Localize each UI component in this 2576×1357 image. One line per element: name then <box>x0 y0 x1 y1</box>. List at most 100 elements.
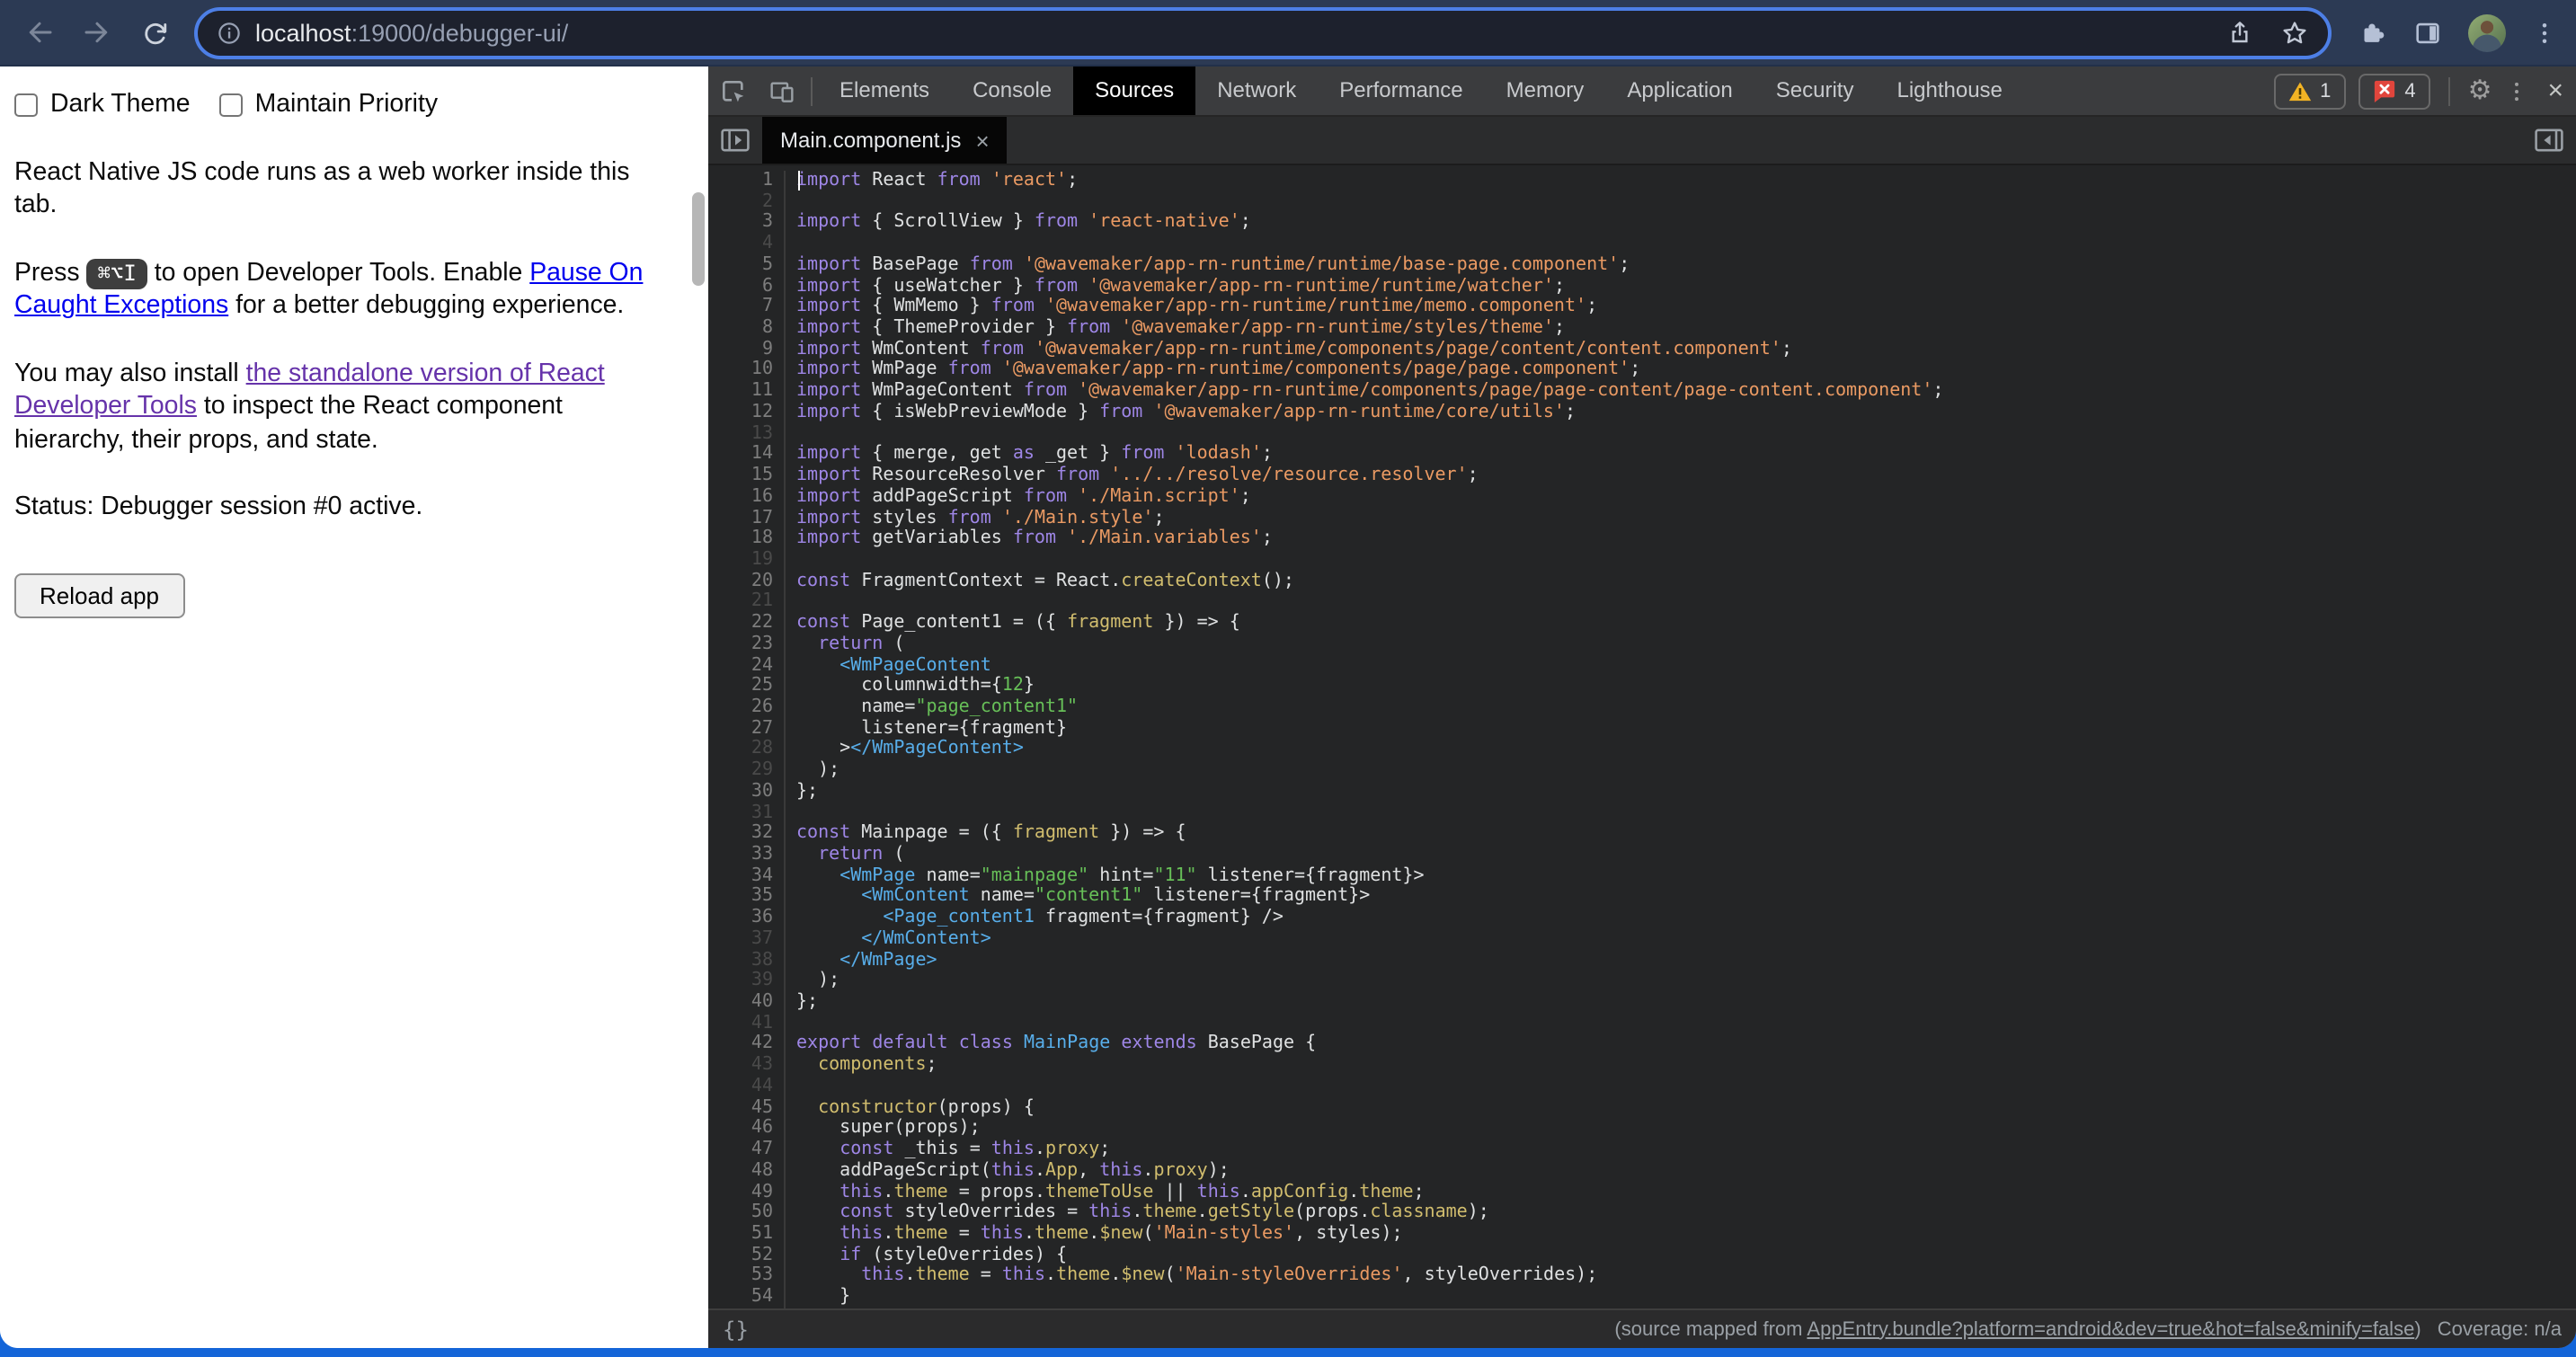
site-info-icon[interactable] <box>216 19 243 46</box>
line-number[interactable]: 5 <box>708 255 773 276</box>
source-map-link[interactable]: AppEntry.bundle?platform=android&dev=tru… <box>1807 1318 2414 1340</box>
line-number[interactable]: 16 <box>708 487 773 508</box>
line-number[interactable]: 27 <box>708 718 773 739</box>
file-tab-close-icon[interactable]: × <box>975 127 989 154</box>
line-number[interactable]: 28 <box>708 740 773 760</box>
line-number[interactable]: 12 <box>708 403 773 423</box>
line-number[interactable]: 14 <box>708 445 773 466</box>
line-number[interactable]: 53 <box>708 1266 773 1287</box>
line-number[interactable]: 51 <box>708 1224 773 1245</box>
url-text[interactable]: localhost:19000/debugger-ui/ <box>255 19 568 46</box>
line-number[interactable]: 38 <box>708 950 773 971</box>
devtools-settings-button[interactable]: ⚙ <box>2468 77 2492 104</box>
line-number[interactable]: 21 <box>708 592 773 613</box>
line-number[interactable]: 31 <box>708 803 773 823</box>
code-line: import { isWebPreviewMode } from '@wavem… <box>796 403 2576 423</box>
forward-button[interactable] <box>68 5 126 59</box>
device-toolbar-button[interactable] <box>757 67 805 115</box>
pretty-print-button[interactable]: {} <box>723 1317 749 1342</box>
line-number[interactable]: 17 <box>708 508 773 528</box>
line-number[interactable]: 35 <box>708 887 773 908</box>
browser-menu-icon[interactable] <box>2531 19 2558 46</box>
line-number[interactable]: 4 <box>708 234 773 254</box>
back-button[interactable] <box>11 5 68 59</box>
tab-elements[interactable]: Elements <box>818 67 951 115</box>
file-tab-main-component[interactable]: Main.component.js × <box>762 117 1008 164</box>
line-number[interactable]: 7 <box>708 297 773 318</box>
line-number[interactable]: 36 <box>708 908 773 928</box>
line-number[interactable]: 26 <box>708 697 773 718</box>
code-line: const _this = this.proxy; <box>796 1140 2576 1160</box>
inspect-element-button[interactable] <box>708 67 757 115</box>
code-editor[interactable]: 1234567891011121314151617181920212223242… <box>708 165 2576 1308</box>
tab-console[interactable]: Console <box>951 67 1073 115</box>
show-navigator-button[interactable] <box>708 116 762 164</box>
line-number[interactable]: 30 <box>708 782 773 803</box>
line-number[interactable]: 20 <box>708 571 773 591</box>
warnings-badge[interactable]: 1 <box>2273 73 2345 109</box>
devtools-close-button[interactable]: × <box>2547 75 2563 106</box>
reload-button[interactable] <box>126 5 183 59</box>
line-number[interactable]: 52 <box>708 1245 773 1265</box>
line-number[interactable]: 2 <box>708 191 773 212</box>
errors-badge[interactable]: 4 <box>2358 73 2429 109</box>
line-number[interactable]: 18 <box>708 528 773 549</box>
line-number[interactable]: 41 <box>708 1014 773 1034</box>
line-number[interactable]: 22 <box>708 613 773 634</box>
line-number[interactable]: 29 <box>708 760 773 781</box>
line-number[interactable]: 45 <box>708 1097 773 1118</box>
profile-avatar[interactable] <box>2468 13 2506 51</box>
line-number[interactable]: 24 <box>708 655 773 676</box>
line-number[interactable]: 3 <box>708 213 773 234</box>
line-number-gutter[interactable]: 1234567891011121314151617181920212223242… <box>708 171 786 1308</box>
extensions-puzzle-icon[interactable] <box>2357 17 2387 48</box>
line-number[interactable]: 40 <box>708 992 773 1013</box>
line-number[interactable]: 34 <box>708 865 773 886</box>
line-number[interactable]: 19 <box>708 550 773 571</box>
line-number[interactable]: 42 <box>708 1034 773 1055</box>
line-number[interactable]: 43 <box>708 1055 773 1076</box>
share-icon[interactable] <box>2225 18 2254 47</box>
line-number[interactable]: 32 <box>708 824 773 845</box>
line-number[interactable]: 11 <box>708 381 773 402</box>
tab-memory[interactable]: Memory <box>1485 67 1606 115</box>
tab-network[interactable]: Network <box>1195 67 1318 115</box>
reload-app-button[interactable]: Reload app <box>14 572 184 617</box>
line-number[interactable]: 50 <box>708 1202 773 1223</box>
line-number[interactable]: 10 <box>708 360 773 381</box>
line-number[interactable]: 9 <box>708 340 773 360</box>
line-number[interactable]: 15 <box>708 466 773 486</box>
line-number[interactable]: 1 <box>708 171 773 191</box>
code-lines[interactable]: import React from 'react'; import { Scro… <box>786 171 2576 1308</box>
line-number[interactable]: 46 <box>708 1119 773 1140</box>
line-number[interactable]: 39 <box>708 971 773 992</box>
code-line: this.theme = this.theme.$new('Main-style… <box>796 1266 2576 1287</box>
tab-performance[interactable]: Performance <box>1318 67 1484 115</box>
line-number[interactable]: 23 <box>708 634 773 655</box>
line-number[interactable]: 8 <box>708 318 773 339</box>
dark-theme-checkbox[interactable] <box>14 93 38 117</box>
tab-sources[interactable]: Sources <box>1073 67 1195 115</box>
line-number[interactable]: 6 <box>708 276 773 297</box>
bookmark-star-icon[interactable] <box>2279 17 2310 48</box>
code-line: import WmContent from '@wavemaker/app-rn… <box>796 340 2576 360</box>
page-scrollbar-thumb[interactable] <box>692 192 705 286</box>
side-panel-icon[interactable] <box>2412 17 2443 48</box>
maintain-priority-checkbox[interactable] <box>219 93 243 117</box>
devtools-menu-icon[interactable] <box>2504 78 2529 103</box>
line-number[interactable]: 13 <box>708 423 773 444</box>
line-number[interactable]: 47 <box>708 1140 773 1160</box>
code-line: if (styleOverrides) { <box>796 1245 2576 1265</box>
line-number[interactable]: 49 <box>708 1182 773 1202</box>
line-number[interactable]: 37 <box>708 929 773 950</box>
address-bar[interactable]: localhost:19000/debugger-ui/ <box>194 6 2332 58</box>
line-number[interactable]: 25 <box>708 677 773 697</box>
line-number[interactable]: 48 <box>708 1161 773 1182</box>
line-number[interactable]: 54 <box>708 1287 773 1308</box>
tab-lighthouse[interactable]: Lighthouse <box>1875 67 2023 115</box>
tab-security[interactable]: Security <box>1754 67 1876 115</box>
line-number[interactable]: 33 <box>708 845 773 865</box>
line-number[interactable]: 44 <box>708 1077 773 1097</box>
show-debugger-sidebar-button[interactable] <box>2522 116 2576 164</box>
tab-application[interactable]: Application <box>1605 67 1754 115</box>
